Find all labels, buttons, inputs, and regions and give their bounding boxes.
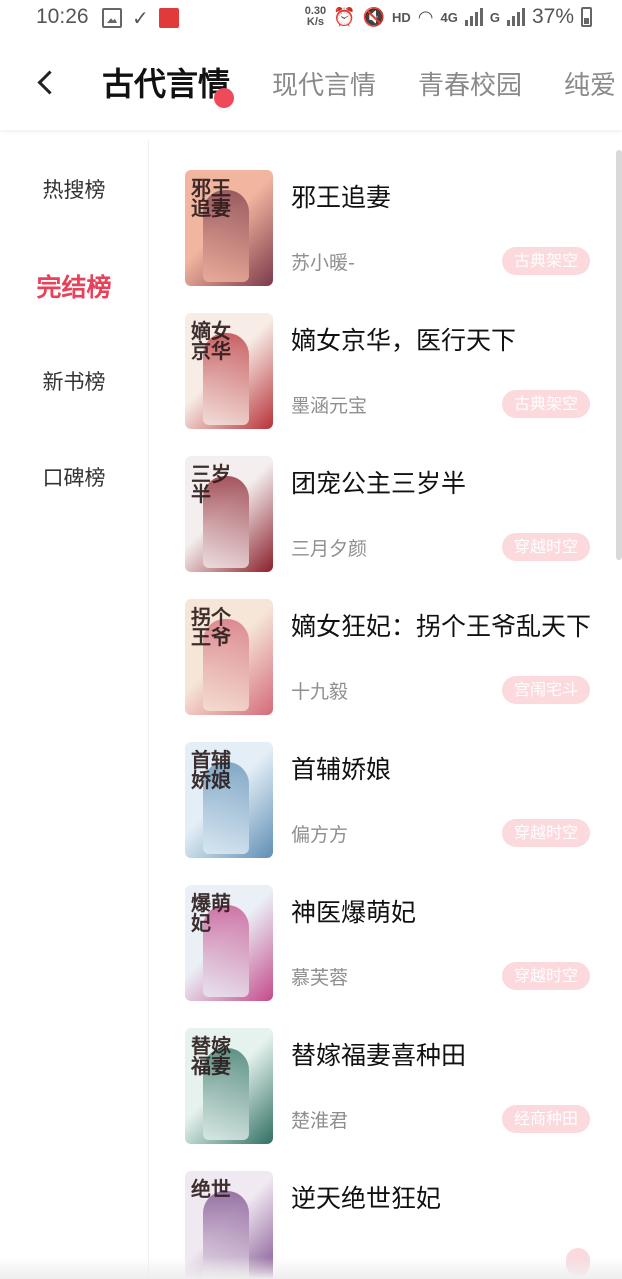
book-author: 慕芙蓉 (291, 967, 349, 989)
gallery-notification-icon (102, 8, 122, 28)
book-title: 逆天绝世狂妃 (291, 1184, 442, 1213)
genre-tag: 古典架空 (501, 247, 590, 275)
list-item[interactable]: 替嫁福妻 替嫁福妻喜种田 楚淮君 经商种田 (148, 998, 622, 1144)
book-title: 嫡女京华，医行天下 (291, 326, 517, 355)
list-item[interactable]: 三岁半 团宠公主三岁半 三月夕颜 穿越时空 (148, 426, 622, 572)
category-tab-header: 古代言情 现代言情 青春校园 纯爱 (0, 36, 622, 130)
book-cover: 三岁半 (185, 456, 273, 572)
battery-icon (581, 7, 592, 27)
book-author: 偏方方 (291, 824, 349, 846)
genre-tag: 经商种田 (501, 1105, 590, 1133)
book-title: 嫡女狂妃：拐个王爷乱天下 (291, 612, 591, 641)
network-speed-unit: K/s (306, 16, 324, 28)
genre-tag: 穿越时空 (501, 962, 590, 990)
cover-title: 替嫁福妻 (191, 1034, 231, 1078)
alarm-icon: ⏰ (333, 6, 356, 27)
cover-title: 首辅娇娘 (191, 748, 231, 792)
signal-icon (464, 8, 483, 26)
cover-title: 爆萌妃 (191, 891, 231, 935)
list-item[interactable]: 首辅娇娘 首辅娇娘 偏方方 穿越时空 (148, 712, 622, 858)
list-item[interactable]: 拐个王爷 嫡女狂妃：拐个王爷乱天下 十九毅 宫闱宅斗 (148, 569, 622, 715)
list-scrollbar[interactable] (616, 150, 622, 560)
network-type: 4G (440, 9, 458, 25)
book-cover: 嫡女京华 (185, 313, 273, 429)
list-item[interactable]: 邪王追妻 邪王追妻 苏小暖- 古典架空 (148, 140, 622, 286)
active-tab-dot (214, 88, 234, 108)
network-speed: 0.30 K/s (305, 6, 326, 28)
sidebar-item-reputation[interactable]: 口碑榜 (0, 462, 148, 492)
genre-tag: 穿越时空 (501, 819, 590, 847)
book-cover: 邪王追妻 (185, 170, 273, 286)
book-cover: 爆萌妃 (185, 885, 273, 1001)
cover-title: 嫡女京华 (191, 319, 231, 363)
book-title: 首辅娇娘 (291, 755, 392, 784)
genre-tag: 穿越时空 (501, 533, 590, 561)
back-button[interactable] (28, 62, 64, 102)
tab-bar: 古代言情 现代言情 青春校园 纯爱 (102, 58, 622, 118)
cover-title: 绝世 (191, 1177, 231, 1201)
cover-title: 三岁半 (191, 462, 231, 506)
book-author: 苏小暖- (291, 252, 355, 274)
book-cover: 首辅娇娘 (185, 742, 273, 858)
notification-icons: ✓ (102, 7, 179, 29)
book-list: 邪王追妻 邪王追妻 苏小暖- 古典架空 嫡女京华 嫡女京华，医行天下 墨涵元宝 … (148, 140, 622, 1279)
book-title: 团宠公主三岁半 (291, 469, 467, 498)
book-cover: 替嫁福妻 (185, 1028, 273, 1144)
status-bar: 10:26 ✓ 0.30 K/s ⏰ 🔇 HD ◠ 4G G 37% (0, 0, 622, 36)
genre-tag: 宫闱宅斗 (501, 676, 590, 704)
book-author: 墨涵元宝 (291, 395, 368, 417)
book-title: 神医爆萌妃 (291, 898, 417, 927)
battery-percent: 37% (531, 5, 574, 28)
download-done-icon: ✓ (132, 6, 149, 30)
sidebar-item-completed[interactable]: 完结榜 (0, 268, 148, 304)
book-author: 楚淮君 (291, 1110, 349, 1132)
bottom-fade (0, 1257, 622, 1279)
genre-tag: 古典架空 (501, 390, 590, 418)
network-type-2: G (489, 9, 500, 25)
tab-ancient-romance[interactable]: 古代言情 (102, 58, 230, 110)
book-author: 三月夕颜 (291, 538, 368, 560)
list-item[interactable]: 嫡女京华 嫡女京华，医行天下 墨涵元宝 古典架空 (148, 283, 622, 429)
book-cover: 拐个王爷 (185, 599, 273, 715)
book-title: 邪王追妻 (291, 183, 392, 212)
status-time: 10:26 (36, 5, 89, 28)
book-author: 十九毅 (291, 681, 349, 703)
list-item[interactable]: 爆萌妃 神医爆萌妃 慕芙蓉 穿越时空 (148, 855, 622, 1001)
tab-campus-youth[interactable]: 青春校园 (418, 58, 522, 114)
sidebar-item-hot-search[interactable]: 热搜榜 (0, 174, 148, 204)
wifi-icon: ◠ (417, 6, 434, 27)
tab-pure-love[interactable]: 纯爱 (564, 58, 616, 114)
hd-badge: HD (392, 9, 411, 25)
ranking-sidebar: 热搜榜 完结榜 新书榜 口碑榜 (0, 140, 149, 1279)
app-notification-icon (158, 8, 179, 28)
cover-title: 拐个王爷 (191, 605, 231, 649)
book-title: 替嫁福妻喜种田 (291, 1041, 467, 1070)
system-status-icons: 0.30 K/s ⏰ 🔇 HD ◠ 4G G 37% (305, 5, 592, 29)
signal-icon-2 (506, 8, 525, 26)
cover-title: 邪王追妻 (191, 176, 231, 220)
sidebar-item-new-books[interactable]: 新书榜 (0, 366, 148, 396)
mute-icon: 🔇 (362, 6, 385, 27)
chevron-left-icon (36, 69, 62, 95)
tab-modern-romance[interactable]: 现代言情 (272, 58, 376, 114)
